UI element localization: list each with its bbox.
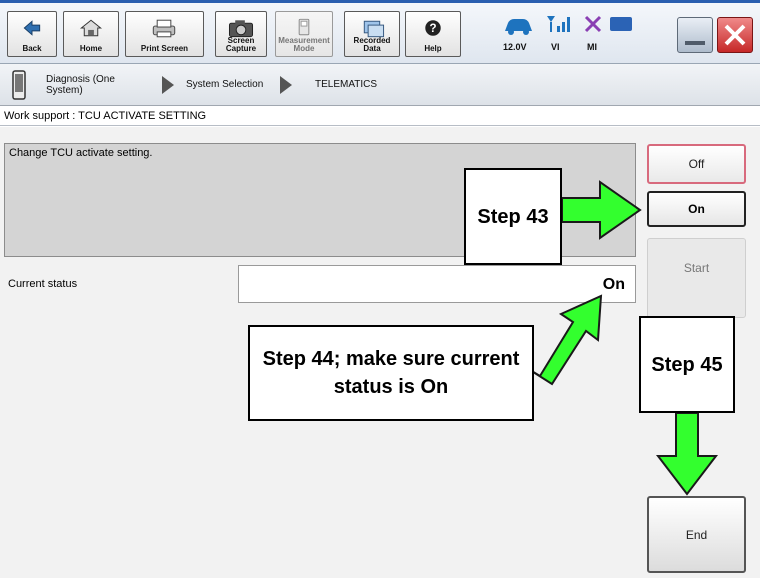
vi-label: VI: [551, 42, 560, 52]
home-label: Home: [79, 44, 103, 53]
screen-capture-button[interactable]: Screen Capture: [215, 11, 267, 57]
mi-disconnected-icon: [584, 15, 602, 33]
battery-indicator-icon: [610, 17, 632, 31]
start-button[interactable]: Start: [647, 238, 746, 318]
meter-icon: [298, 18, 310, 36]
voltage-readout: 12.0V: [503, 42, 527, 52]
step-44-callout: Step 44; make sure current status is On: [248, 325, 534, 421]
car-battery-icon: [505, 19, 532, 35]
breadcrumb-system-selection[interactable]: System Selection: [186, 79, 263, 90]
step-45-callout: Step 45: [639, 316, 735, 413]
breadcrumb-separator-icon: [162, 76, 174, 94]
mi-label: MI: [587, 42, 597, 52]
breadcrumb: Diagnosis (One System) System Selection …: [0, 64, 760, 106]
home-icon: [79, 19, 103, 37]
home-button[interactable]: Home: [63, 11, 119, 57]
help-button[interactable]: ? Help: [405, 11, 461, 57]
current-status-label: Current status: [8, 278, 78, 290]
breadcrumb-diagnosis[interactable]: Diagnosis (One System): [46, 74, 146, 96]
vehicle-status-panel: 12.0V VI MI: [494, 11, 632, 57]
page-title: Work support : TCU ACTIVATE SETTING: [0, 106, 760, 126]
screen-capture-label: Screen Capture: [225, 36, 257, 53]
vi-signal-icon: [547, 16, 570, 32]
svg-text:?: ?: [429, 23, 436, 35]
print-screen-button[interactable]: Print Screen: [125, 11, 204, 57]
measurement-mode-label: Measurement Mode: [278, 36, 330, 53]
printer-icon: [152, 19, 176, 38]
breadcrumb-separator-icon: [280, 76, 292, 94]
step-43-callout: Step 43: [464, 168, 562, 265]
current-status-value: On: [238, 265, 636, 303]
minimize-icon: [685, 41, 705, 45]
close-button[interactable]: [717, 17, 753, 53]
back-label: Back: [22, 44, 42, 53]
breadcrumb-telematics[interactable]: TELEMATICS: [315, 79, 377, 90]
help-icon: ?: [425, 20, 441, 36]
minimize-button[interactable]: [677, 17, 713, 53]
off-button[interactable]: Off: [647, 144, 746, 184]
top-toolbar: Back Home Print Screen Screen Capture Me…: [0, 0, 760, 64]
recorded-data-icon: [363, 20, 385, 38]
recorded-data-button[interactable]: Recorded Data: [344, 11, 400, 57]
help-label: Help: [424, 44, 442, 53]
on-button[interactable]: On: [647, 191, 746, 227]
camera-icon: [228, 20, 254, 38]
close-icon: [724, 24, 746, 46]
device-icon: [12, 70, 26, 100]
recorded-data-label: Recorded Data: [353, 36, 391, 53]
print-screen-label: Print Screen: [140, 44, 189, 53]
end-button[interactable]: End: [647, 496, 746, 573]
back-arrow-icon: [23, 20, 41, 36]
back-button[interactable]: Back: [7, 11, 57, 57]
measurement-mode-button[interactable]: Measurement Mode: [275, 11, 333, 57]
